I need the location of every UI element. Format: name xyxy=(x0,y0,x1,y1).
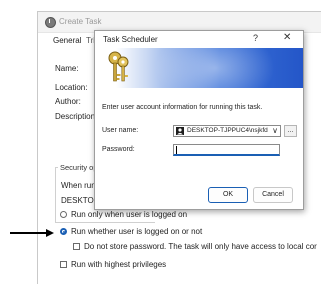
keys-icon xyxy=(108,51,129,82)
run-logged-on-radio[interactable] xyxy=(60,211,67,218)
highest-privileges-checkbox[interactable] xyxy=(60,261,67,268)
run-logged-or-not-label[interactable]: Run whether user is logged on or not xyxy=(71,227,202,236)
user-name-value: DESKTOP-TJPPUC4\nsjkfdl xyxy=(187,127,268,134)
password-label: Password: xyxy=(102,146,135,153)
run-logged-or-not-radio[interactable] xyxy=(60,228,67,235)
location-label: Location: xyxy=(55,83,88,92)
dialog-title: Task Scheduler xyxy=(103,35,158,44)
chevron-down-icon[interactable]: ∨ xyxy=(272,126,278,135)
user-account-icon xyxy=(176,127,184,135)
password-field[interactable] xyxy=(173,144,280,156)
name-label: Name: xyxy=(55,64,79,73)
author-label: Author: xyxy=(55,97,81,106)
user-name-label: User name: xyxy=(102,127,139,134)
task-scheduler-dialog: Task Scheduler ? ✕ Enter user account in… xyxy=(94,30,304,210)
dialog-instruction: Enter user account information for runni… xyxy=(102,104,263,111)
browse-user-button[interactable]: ... xyxy=(284,125,297,137)
annotation-arrow-line xyxy=(10,232,47,234)
ok-button[interactable]: OK xyxy=(208,187,248,203)
cancel-button[interactable]: Cancel xyxy=(253,187,293,203)
tab-general[interactable]: General xyxy=(53,36,81,45)
text-caret xyxy=(176,146,177,154)
no-store-password-checkbox[interactable] xyxy=(73,243,80,250)
help-button[interactable]: ? xyxy=(253,33,258,43)
highest-privileges-label[interactable]: Run with highest privileges xyxy=(71,260,166,269)
no-store-password-label[interactable]: Do not store password. The task will onl… xyxy=(84,242,317,251)
dialog-banner xyxy=(95,48,303,88)
annotation-arrow-head xyxy=(46,228,54,237)
banner-sheen xyxy=(155,48,275,88)
when-running-label: When run xyxy=(61,181,96,190)
run-logged-on-label[interactable]: Run only when user is logged on xyxy=(71,210,187,219)
dialog-titlebar: Task Scheduler ? ✕ xyxy=(95,31,303,48)
user-name-combobox[interactable]: DESKTOP-TJPPUC4\nsjkfdl ∨ xyxy=(173,125,281,137)
description-label: Description xyxy=(55,112,96,121)
close-button[interactable]: ✕ xyxy=(283,32,291,43)
create-task-title: Create Task xyxy=(59,17,102,26)
task-scheduler-app-icon xyxy=(45,17,56,28)
